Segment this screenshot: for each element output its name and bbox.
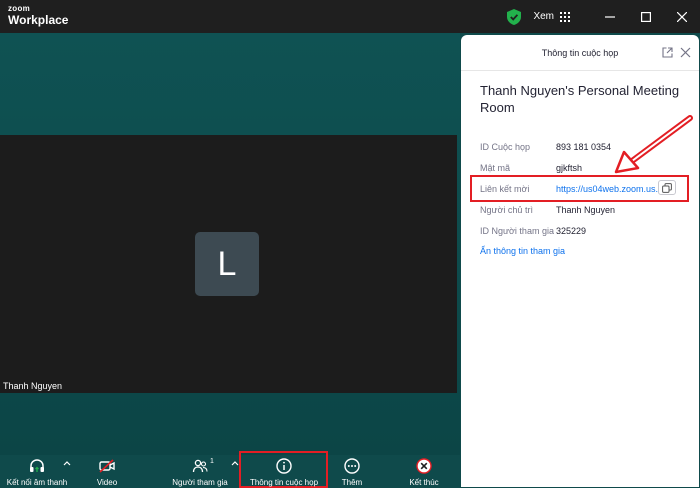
panel-header: Thông tin cuộc họp [461,35,699,71]
minimize-icon [605,15,615,18]
info-label: ID Cuộc họp [480,142,531,152]
headphones-icon [30,459,44,472]
room-title: Thanh Nguyen's Personal Meeting Room [480,83,680,115]
more-label: Thêm [341,478,363,487]
video-off-icon [99,459,115,473]
end-meeting-button[interactable]: Kết thúc [408,455,440,488]
info-label: ID Người tham gia [480,226,554,236]
close-panel-icon[interactable] [680,47,691,58]
brand-big: Workplace [8,13,69,27]
video-label: Video [96,478,118,487]
red-arrow-annotation [614,115,693,174]
maximize-button[interactable] [628,0,664,33]
more-icon [344,458,360,474]
meeting-info-label: Thông tin cuộc họp [249,478,319,487]
minimize-button[interactable] [592,0,628,33]
participants-count: 1 [210,458,214,465]
hide-join-info-link[interactable]: Ẩn thông tin tham gia [480,246,565,256]
participants-button[interactable]: Người tham gia [172,455,228,488]
info-icon [276,458,292,474]
participant-id-value: 325229 [556,226,587,236]
audio-label: Kết nối âm thanh [6,478,68,487]
info-label: Người chủ trì [480,205,533,215]
panel-title: Thông tin cuộc họp [541,47,619,58]
more-button[interactable]: Thêm [338,455,366,488]
info-label: Mật mã [480,163,511,173]
participants-options-caret-icon[interactable] [231,460,239,466]
end-call-icon [416,458,432,474]
popout-icon[interactable] [662,47,673,58]
avatar: L [195,232,259,296]
close-icon [677,11,687,22]
invite-link-highlight [470,175,689,202]
title-bar: zoom Workplace Xem [0,0,700,33]
shield-check-icon[interactable] [507,8,522,25]
app-logo: zoom Workplace [8,4,69,27]
close-window-button[interactable] [664,0,700,33]
maximize-icon [641,11,651,22]
view-button[interactable]: Xem [533,11,554,22]
participant-name-tag: Thanh Nguyen [0,379,66,393]
audio-options-caret-icon[interactable] [63,460,71,466]
brand-small: zoom [8,4,31,13]
audio-button[interactable]: Kết nối âm thanh [6,455,68,488]
participants-label: Người tham gia [172,478,228,487]
grid-icon[interactable] [560,11,570,22]
video-button[interactable]: Video [92,455,122,488]
meeting-info-panel: Thông tin cuộc họp Thanh Nguyen's Person… [461,35,699,487]
passcode-value: gjkftsh [556,163,583,173]
end-label: Kết thúc [409,478,439,487]
participants-icon [192,459,208,473]
meeting-id-value: 893 181 0354 [556,142,612,152]
meeting-info-button[interactable]: Thông tin cuộc họp [244,455,324,488]
host-value: Thanh Nguyen [556,205,616,215]
meeting-toolbar: Kết nối âm thanh Video Người tham gia 1 … [0,455,460,488]
